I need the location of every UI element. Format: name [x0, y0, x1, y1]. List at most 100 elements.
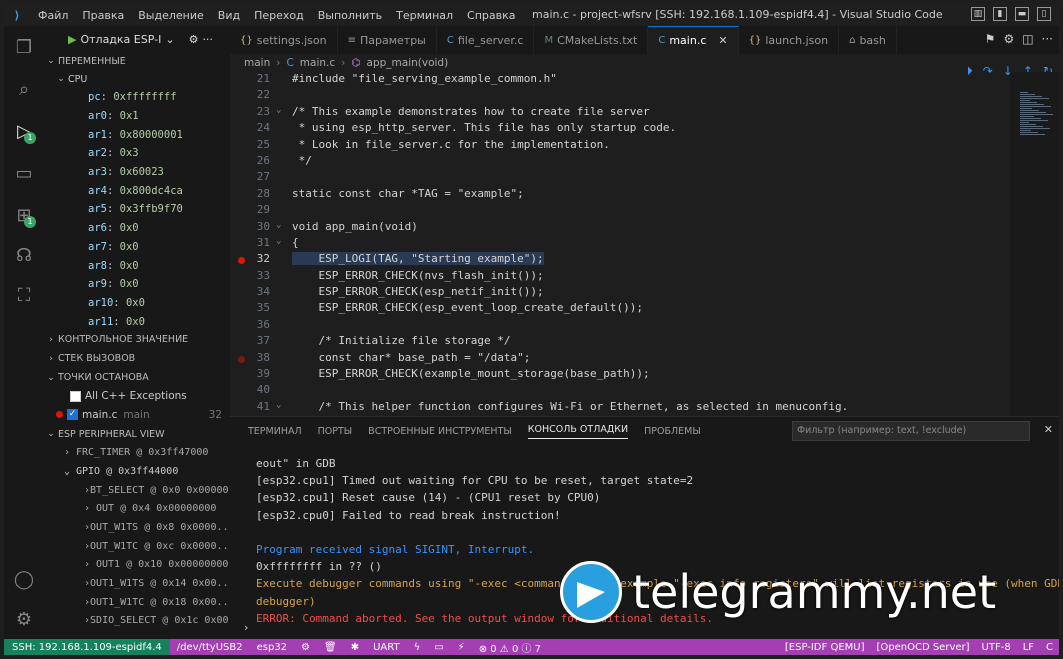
remote-icon[interactable]: ⛶: [12, 284, 36, 308]
periph-item[interactable]: ›SDIO_SELECT @ 0x1c 0x00...: [44, 612, 230, 631]
register-row[interactable]: ar3: 0x60023: [44, 163, 230, 182]
periph-item[interactable]: › OUT_W1TC @ 0xc 0x0000...: [44, 537, 230, 556]
breadcrumb-function[interactable]: app_main(void): [367, 57, 449, 69]
breakpoints-section-header[interactable]: ⌄ ТОЧКИ ОСТАНОВА: [44, 369, 230, 387]
menu-edit[interactable]: Правка: [82, 9, 124, 22]
start-debug-icon[interactable]: ▶: [68, 33, 76, 46]
register-row[interactable]: ar4: 0x800dc4ca: [44, 181, 230, 200]
chevron-down-icon[interactable]: ⌄: [165, 33, 174, 46]
periph-item[interactable]: › OUT1 @ 0x10 0x00000000: [44, 555, 230, 574]
periph-item[interactable]: › FRC_TIMER @ 0x3ff47000: [44, 443, 230, 462]
register-row[interactable]: ar7: 0x0: [44, 238, 230, 257]
serial-port-item[interactable]: /dev/ttyUSB2: [170, 642, 250, 653]
bp-main-c[interactable]: ✓ main.c main 32: [44, 406, 230, 425]
build-flash-monitor-icon[interactable]: ⚡: [451, 642, 472, 653]
eol-item[interactable]: LF: [1023, 642, 1034, 653]
register-row[interactable]: ar6: 0x0: [44, 219, 230, 238]
periph-section-header[interactable]: ⌄ ESP PERIPHERAL VIEW: [44, 425, 230, 443]
register-row[interactable]: ar2: 0x3: [44, 144, 230, 163]
tab-problems[interactable]: ПРОБЛЕМЫ: [644, 426, 701, 437]
esp-idf-icon[interactable]: ☊: [12, 244, 36, 268]
register-row[interactable]: ar10: 0x0: [44, 294, 230, 313]
menu-selection[interactable]: Выделение: [138, 9, 204, 22]
menu-go[interactable]: Переход: [254, 9, 304, 22]
problems-counter[interactable]: ⊗ 0 ⚠ 0 ⓘ 7: [472, 640, 548, 655]
tab-[interactable]: ≡ Параметры: [338, 26, 437, 54]
target-item[interactable]: esp32: [250, 642, 294, 653]
search-icon[interactable]: ⌕: [12, 78, 36, 102]
close-panel-icon[interactable]: ✕: [1044, 423, 1053, 436]
flash-method-item[interactable]: UART: [366, 642, 407, 653]
debug-settings-gear-icon[interactable]: ⚙: [189, 33, 199, 46]
breadcrumb-file[interactable]: main.c: [300, 57, 335, 69]
register-row[interactable]: ar1: 0x80000001: [44, 125, 230, 144]
code-editor[interactable]: 21 #include "file_serving_example_common.…: [230, 72, 1010, 416]
tab-builtin-tools[interactable]: ВСТРОЕННЫЕ ИНСТРУМЕНТЫ: [368, 426, 512, 437]
watch-section-header[interactable]: › КОНТРОЛЬНОЕ ЗНАЧЕНИЕ: [44, 331, 230, 349]
trash-icon[interactable]: 🗑: [317, 642, 344, 653]
vscode-logo-icon[interactable]: ⟩: [4, 9, 30, 22]
remote-ssh-indicator[interactable]: SSH: 192.168.1.109-espidf4.4: [4, 639, 170, 655]
debug-actions-icon[interactable]: ⚑: [985, 32, 996, 46]
tab-cmakelists-txt[interactable]: M CMakeLists.txt: [534, 26, 649, 54]
qemu-item[interactable]: [ESP-IDF QEMU]: [785, 642, 865, 653]
periph-item[interactable]: ⌄ GPIO @ 0x3ff44000: [44, 462, 230, 481]
register-row[interactable]: ar5: 0x3ffb9f70: [44, 200, 230, 219]
cpu-scope[interactable]: ⌄ CPU: [44, 70, 230, 88]
language-item[interactable]: C: [1046, 642, 1053, 653]
tab-main-c[interactable]: Cmain.c ✕: [648, 26, 739, 54]
bp-cpp-exceptions[interactable]: All C++ Exceptions: [44, 387, 230, 406]
fold-chevron-icon[interactable]: ⌄: [276, 105, 288, 115]
split-editor-icon[interactable]: ◫: [1022, 32, 1033, 46]
fold-chevron-icon[interactable]: ⌄: [276, 400, 288, 410]
register-row[interactable]: ar8: 0x0: [44, 256, 230, 275]
close-icon[interactable]: ✕: [718, 34, 727, 47]
menu-view[interactable]: Вид: [218, 9, 240, 22]
menu-help[interactable]: Справка: [467, 9, 515, 22]
periph-item[interactable]: ›BT_SELECT @ 0x0 0x00000...: [44, 481, 230, 500]
tab-file-server-c[interactable]: Cfile_server.c: [437, 26, 535, 54]
register-row[interactable]: ar0: 0x1: [44, 107, 230, 126]
breadcrumb-folder[interactable]: main: [244, 57, 270, 69]
minimap[interactable]: [1010, 72, 1059, 416]
more-icon[interactable]: ···: [202, 33, 213, 46]
settings-gear-icon[interactable]: ⚙: [12, 608, 36, 632]
menu-run[interactable]: Выполнить: [318, 9, 382, 22]
register-row[interactable]: ar9: 0x0: [44, 275, 230, 294]
fold-chevron-icon[interactable]: ⌄: [276, 220, 288, 230]
gear-icon[interactable]: ⚙: [294, 642, 317, 653]
star-icon[interactable]: ✱: [344, 642, 366, 653]
openocd-item[interactable]: [OpenOCD Server]: [876, 642, 969, 653]
periph-item[interactable]: › OUT_W1TS @ 0x8 0x0000...: [44, 518, 230, 537]
tab-bash[interactable]: ⌂ bash: [839, 26, 897, 54]
register-row[interactable]: ar11: 0x0: [44, 312, 230, 331]
explorer-icon[interactable]: ❐: [12, 36, 36, 60]
monitor-icon[interactable]: ▭: [427, 642, 450, 653]
tab-settings-json[interactable]: {} settings.json: [230, 26, 338, 54]
layout-icon[interactable]: ▥: [971, 7, 985, 21]
tab-ports[interactable]: ПОРТЫ: [318, 426, 353, 437]
panel-toggle-icon[interactable]: ▬: [1015, 7, 1029, 21]
console-prompt-icon[interactable]: ›: [244, 621, 248, 634]
tab-debug-console[interactable]: КОНСОЛЬ ОТЛАДКИ: [527, 424, 629, 439]
account-icon[interactable]: ◯: [12, 568, 36, 592]
remote-explorer-icon[interactable]: ▭: [12, 162, 36, 186]
tab-launch-json[interactable]: {} launch.json: [739, 26, 840, 54]
flash-icon[interactable]: ϟ: [407, 642, 428, 653]
gear-icon[interactable]: ⚙: [1003, 32, 1014, 46]
checkbox[interactable]: ✓: [67, 409, 78, 421]
menu-terminal[interactable]: Терминал: [396, 9, 453, 22]
fold-chevron-icon[interactable]: ⌄: [276, 236, 288, 246]
encoding-item[interactable]: UTF-8: [982, 642, 1011, 653]
debug-config-select[interactable]: Отладка ESP-I: [80, 33, 161, 46]
console-filter-input[interactable]: Фильтр (например: text, !exclude): [792, 421, 1030, 441]
secondary-toggle-icon[interactable]: ▯: [1037, 7, 1051, 21]
variables-section-header[interactable]: ⌄ ПЕРЕМЕННЫЕ: [44, 52, 230, 70]
tab-terminal[interactable]: ТЕРМИНАЛ: [248, 426, 302, 437]
callstack-section-header[interactable]: › СТЕК ВЫЗОВОВ: [44, 350, 230, 368]
checkbox[interactable]: [70, 390, 81, 402]
periph-item[interactable]: › OUT1_W1TS @ 0x14 0x00...: [44, 574, 230, 593]
periph-item[interactable]: › OUT @ 0x4 0x00000000: [44, 499, 230, 518]
more-actions-icon[interactable]: ···: [1042, 32, 1053, 46]
register-row[interactable]: pc: 0xffffffff: [44, 88, 230, 107]
